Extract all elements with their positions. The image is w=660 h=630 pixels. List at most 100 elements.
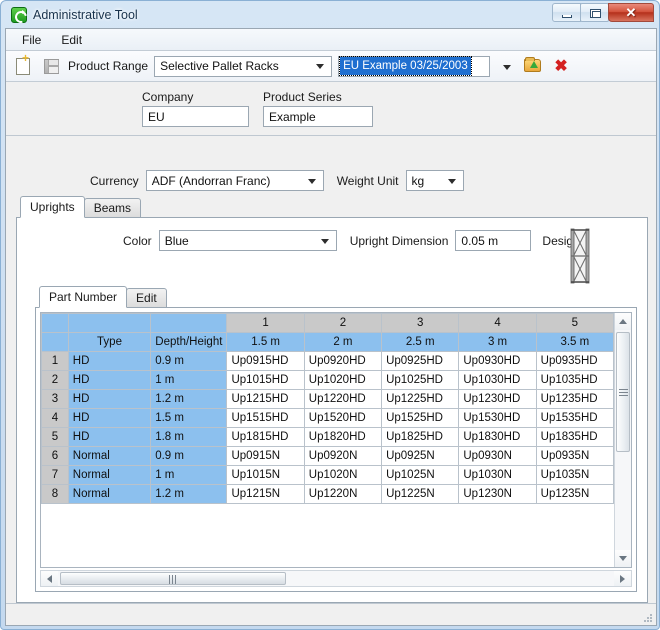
- menu-item-file[interactable]: File: [12, 30, 51, 50]
- cell-c5[interactable]: Up1235HD: [536, 390, 613, 409]
- cell-c4[interactable]: Up1830HD: [459, 428, 536, 447]
- row-type[interactable]: HD: [68, 409, 150, 428]
- tab-beams[interactable]: Beams: [84, 198, 141, 218]
- cell-c2[interactable]: Up1220N: [304, 485, 381, 504]
- row-type[interactable]: Normal: [68, 485, 150, 504]
- cell-c3[interactable]: Up1225N: [382, 485, 459, 504]
- scroll-right-button[interactable]: [614, 571, 631, 586]
- cell-c5[interactable]: Up1035HD: [536, 371, 613, 390]
- cell-c3[interactable]: Up0925HD: [382, 352, 459, 371]
- row-depth[interactable]: 0.9 m: [151, 447, 227, 466]
- row-depth[interactable]: 1.5 m: [151, 409, 227, 428]
- grid-header-type[interactable]: Type: [68, 333, 150, 352]
- cell-c4[interactable]: Up0930HD: [459, 352, 536, 371]
- table-row[interactable]: 4 HD 1.5 m Up1515HD Up1520HD Up1525HD Up…: [42, 409, 614, 428]
- cell-c3[interactable]: Up1025HD: [382, 371, 459, 390]
- cell-c1[interactable]: Up1015HD: [227, 371, 304, 390]
- row-depth[interactable]: 1.2 m: [151, 390, 227, 409]
- cell-c2[interactable]: Up1820HD: [304, 428, 381, 447]
- cell-c5[interactable]: Up1835HD: [536, 428, 613, 447]
- product-range-combo[interactable]: Selective Pallet Racks: [154, 56, 332, 77]
- grid-colnum-blank-1[interactable]: [68, 314, 150, 333]
- scroll-down-button[interactable]: [615, 550, 631, 567]
- cell-c2[interactable]: Up1020N: [304, 466, 381, 485]
- row-number[interactable]: 5: [42, 428, 69, 447]
- cell-c4[interactable]: Up1030HD: [459, 371, 536, 390]
- grid-header-corner[interactable]: [42, 333, 69, 352]
- row-depth[interactable]: 1 m: [151, 371, 227, 390]
- currency-combo[interactable]: ADF (Andorran Franc): [146, 170, 324, 191]
- row-number[interactable]: 4: [42, 409, 69, 428]
- delete-button[interactable]: ✖: [550, 55, 572, 77]
- row-depth[interactable]: 1.8 m: [151, 428, 227, 447]
- scroll-up-button[interactable]: [615, 313, 631, 330]
- row-type[interactable]: HD: [68, 352, 150, 371]
- row-number[interactable]: 8: [42, 485, 69, 504]
- cell-c4[interactable]: Up1030N: [459, 466, 536, 485]
- new-document-button[interactable]: [12, 55, 34, 77]
- maximize-button[interactable]: [580, 3, 609, 22]
- row-type[interactable]: HD: [68, 428, 150, 447]
- cell-c5[interactable]: Up0935HD: [536, 352, 613, 371]
- cell-c2[interactable]: Up1020HD: [304, 371, 381, 390]
- cell-c5[interactable]: Up1035N: [536, 466, 613, 485]
- dataset-combo-arrow[interactable]: [498, 56, 516, 77]
- table-row[interactable]: 6 Normal 0.9 m Up0915N Up0920N Up0925N U…: [42, 447, 614, 466]
- tab-uprights[interactable]: Uprights: [20, 196, 85, 218]
- cell-c1[interactable]: Up1215HD: [227, 390, 304, 409]
- grid-header-col-1[interactable]: 1.5 m: [227, 333, 304, 352]
- grid-colnum-2[interactable]: 2: [304, 314, 381, 333]
- horizontal-scroll-track[interactable]: [58, 571, 614, 586]
- cell-c1[interactable]: Up1515HD: [227, 409, 304, 428]
- row-type[interactable]: HD: [68, 390, 150, 409]
- weight-unit-combo[interactable]: kg: [406, 170, 464, 191]
- row-type[interactable]: Normal: [68, 447, 150, 466]
- row-number[interactable]: 3: [42, 390, 69, 409]
- table-row[interactable]: 8 Normal 1.2 m Up1215N Up1220N Up1225N U…: [42, 485, 614, 504]
- cell-c3[interactable]: Up1825HD: [382, 428, 459, 447]
- tab-part-number[interactable]: Part Number: [39, 286, 127, 308]
- upright-dimension-input[interactable]: 0.05 m: [455, 230, 531, 251]
- company-input[interactable]: EU: [142, 106, 249, 127]
- cell-c2[interactable]: Up1520HD: [304, 409, 381, 428]
- cell-c4[interactable]: Up1230N: [459, 485, 536, 504]
- grid-header-col-2[interactable]: 2 m: [304, 333, 381, 352]
- cell-c4[interactable]: Up0930N: [459, 447, 536, 466]
- row-number[interactable]: 7: [42, 466, 69, 485]
- open-button[interactable]: [522, 55, 544, 77]
- table-row[interactable]: 7 Normal 1 m Up1015N Up1020N Up1025N Up1…: [42, 466, 614, 485]
- cell-c1[interactable]: Up1015N: [227, 466, 304, 485]
- row-depth[interactable]: 1 m: [151, 466, 227, 485]
- cell-c2[interactable]: Up0920HD: [304, 352, 381, 371]
- vertical-scroll-thumb[interactable]: [616, 332, 630, 452]
- table-row[interactable]: 3 HD 1.2 m Up1215HD Up1220HD Up1225HD Up…: [42, 390, 614, 409]
- part-number-grid[interactable]: 1 2 3 4 5 Type: [40, 312, 632, 568]
- grid-colnum-blank-2[interactable]: [151, 314, 227, 333]
- row-type[interactable]: Normal: [68, 466, 150, 485]
- cell-c3[interactable]: Up0925N: [382, 447, 459, 466]
- grid-header-depth-height[interactable]: Depth/Height: [151, 333, 227, 352]
- grid-colnum-1[interactable]: 1: [227, 314, 304, 333]
- close-button[interactable]: ✕: [608, 3, 654, 22]
- cell-c3[interactable]: Up1025N: [382, 466, 459, 485]
- row-number[interactable]: 2: [42, 371, 69, 390]
- vertical-scroll-track[interactable]: [615, 330, 631, 550]
- product-series-input[interactable]: Example: [263, 106, 373, 127]
- cell-c1[interactable]: Up1215N: [227, 485, 304, 504]
- grid-corner-cell[interactable]: [42, 314, 69, 333]
- cell-c5[interactable]: Up1235N: [536, 485, 613, 504]
- cell-c2[interactable]: Up1220HD: [304, 390, 381, 409]
- color-combo[interactable]: Blue: [159, 230, 337, 251]
- grid-header-col-3[interactable]: 2.5 m: [382, 333, 459, 352]
- grid-colnum-4[interactable]: 4: [459, 314, 536, 333]
- table-row[interactable]: 1 HD 0.9 m Up0915HD Up0920HD Up0925HD Up…: [42, 352, 614, 371]
- save-button[interactable]: [40, 55, 62, 77]
- minimize-button[interactable]: [552, 3, 581, 22]
- cell-c1[interactable]: Up0915HD: [227, 352, 304, 371]
- table-row[interactable]: 5 HD 1.8 m Up1815HD Up1820HD Up1825HD Up…: [42, 428, 614, 447]
- row-type[interactable]: HD: [68, 371, 150, 390]
- menu-item-edit[interactable]: Edit: [51, 30, 92, 50]
- cell-c3[interactable]: Up1525HD: [382, 409, 459, 428]
- cell-c1[interactable]: Up0915N: [227, 447, 304, 466]
- cell-c2[interactable]: Up0920N: [304, 447, 381, 466]
